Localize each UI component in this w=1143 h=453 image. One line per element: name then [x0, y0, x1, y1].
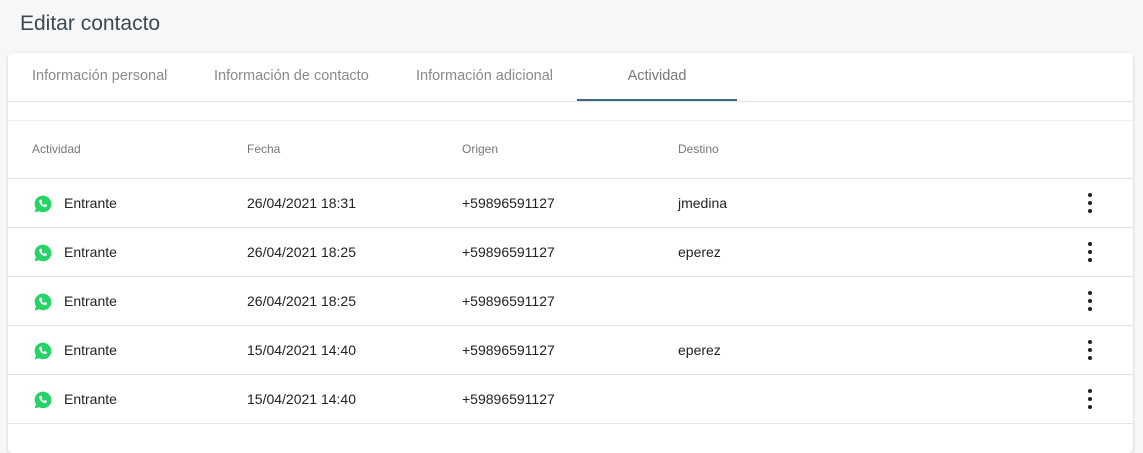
row-origin: +59896591127 [462, 195, 555, 211]
table-row[interactable]: Entrante 26/04/2021 18:25 +59896591127 eper… [8, 228, 1133, 277]
tab-informacion-contacto[interactable]: Información de contacto [214, 53, 369, 100]
activity-type: Entrante [64, 391, 117, 407]
table-row[interactable]: Entrante 15/04/2021 14:40 +59896591127 eper… [8, 326, 1133, 375]
row-destination: eperez [678, 342, 721, 358]
row-origin: +59896591127 [462, 293, 555, 309]
table-row[interactable]: Entrante 15/04/2021 14:40 +59896591127 [8, 375, 1133, 424]
contact-card: Información personal Información de cont… [8, 53, 1133, 453]
table-header: Actividad Fecha Origen Destino [8, 121, 1133, 179]
tab-informacion-adicional[interactable]: Información adicional [416, 53, 553, 100]
more-options-icon[interactable] [1078, 338, 1102, 362]
row-date: 26/04/2021 18:25 [247, 293, 356, 309]
row-destination: eperez [678, 244, 721, 260]
table-row[interactable]: Entrante 26/04/2021 18:25 +59896591127 [8, 277, 1133, 326]
page-title: Editar contacto [20, 12, 161, 35]
whatsapp-icon [34, 391, 52, 409]
whatsapp-icon [34, 342, 52, 360]
section-spacer [8, 102, 1133, 121]
row-origin: +59896591127 [462, 391, 555, 407]
active-tab-indicator [577, 99, 737, 101]
more-options-icon[interactable] [1078, 289, 1102, 313]
activity-type: Entrante [64, 293, 117, 309]
header-fecha: Fecha [247, 142, 281, 156]
row-date: 15/04/2021 14:40 [247, 391, 356, 407]
activity-type: Entrante [64, 342, 117, 358]
header-origen: Origen [462, 142, 499, 156]
row-date: 15/04/2021 14:40 [247, 342, 356, 358]
row-origin: +59896591127 [462, 244, 555, 260]
more-options-icon[interactable] [1078, 387, 1102, 411]
row-date: 26/04/2021 18:31 [247, 195, 356, 211]
more-options-icon[interactable] [1078, 191, 1102, 215]
more-options-icon[interactable] [1078, 240, 1102, 264]
activity-type: Entrante [64, 244, 117, 260]
whatsapp-icon [34, 195, 52, 213]
tab-bar: Información personal Información de cont… [8, 53, 1133, 102]
table-row[interactable]: Entrante 26/04/2021 18:31 +59896591127 jmed… [8, 179, 1133, 228]
row-destination: jmedina [678, 195, 728, 211]
activity-table: Actividad Fecha Origen Destino Entrante 2… [8, 121, 1133, 424]
header-actividad: Actividad [32, 142, 81, 156]
row-date: 26/04/2021 18:25 [247, 244, 356, 260]
whatsapp-icon [34, 293, 52, 311]
tab-actividad[interactable]: Actividad [577, 53, 737, 100]
row-origin: +59896591127 [462, 342, 555, 358]
tab-informacion-personal[interactable]: Información personal [32, 53, 167, 100]
activity-type: Entrante [64, 195, 117, 211]
header-destino: Destino [678, 142, 719, 156]
whatsapp-icon [34, 244, 52, 262]
